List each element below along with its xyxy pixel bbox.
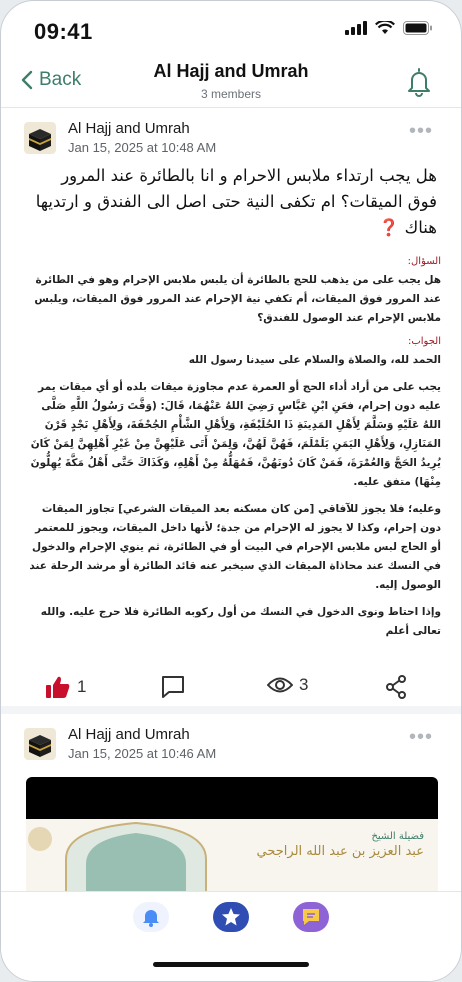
status-time: 09:41	[34, 19, 93, 44]
more-options-icon[interactable]: •••	[409, 120, 433, 143]
answer-intro: الحمد لله، والصلاة والسلام على سيدنا رسو…	[188, 354, 441, 366]
star-icon	[222, 908, 240, 926]
member-count: 3 members	[200, 87, 262, 101]
post-author: Al Hajj and Umrah	[68, 726, 190, 743]
post-author: Al Hajj and Umrah	[68, 120, 190, 137]
group-title: Al Hajj and Umrah	[153, 61, 309, 81]
more-options-icon[interactable]: •••	[409, 726, 433, 749]
kaaba-avatar-icon	[24, 122, 56, 154]
chat-bubble-icon	[303, 909, 319, 925]
share-icon	[386, 675, 406, 699]
view-count: 3	[299, 675, 309, 694]
fatwa-image[interactable]: السؤال: هل يجب على من يذهب للحج بالطائرة…	[23, 256, 441, 649]
post-date: Jan 15, 2025 at 10:48 AM	[68, 140, 217, 155]
like-button[interactable]: 1	[45, 675, 86, 699]
thumbs-up-icon	[46, 676, 70, 698]
like-count: 1	[77, 677, 87, 696]
message-feed[interactable]: Al Hajj and Umrah Jan 15, 2025 at 10:48 …	[1, 108, 461, 891]
answer-heading: الجواب:	[407, 336, 441, 347]
answer-paragraph-3: وإذا احتاط ونوى الدخول في النسك من أول ر…	[40, 606, 441, 637]
question-heading: السؤال:	[407, 256, 441, 267]
comment-icon	[162, 676, 184, 698]
share-button[interactable]	[385, 675, 407, 699]
question-body: هل يجب على من يذهب للحج بالطائرة أن يلبس…	[34, 274, 441, 324]
phone-screen: 09:41 Back Al Hajj and Umrah 3 members A…	[0, 0, 462, 982]
video-caption-name: عبد العزيز بن عبد الله الراجحي	[256, 844, 424, 859]
bell-icon	[143, 910, 159, 927]
bell-icon	[408, 68, 430, 97]
video-caption: فضيلة الشيخ عبد العزيز بن عبد الله الراج…	[257, 831, 424, 859]
video-caption-title: فضيلة الشيخ	[371, 831, 424, 842]
status-icons	[345, 21, 433, 35]
bottom-tab-bar	[1, 891, 461, 981]
tab-chat[interactable]	[293, 902, 329, 932]
notifications-button[interactable]	[407, 67, 431, 102]
video-thumbnail[interactable]: فضيلة الشيخ عبد العزيز بن عبد الله الراج…	[26, 819, 438, 899]
status-bar: 09:41	[1, 1, 461, 57]
kaaba-avatar-icon	[24, 728, 56, 760]
answer-paragraph-1: يجب على من أراد أداء الحج أو العمرة عدم …	[30, 381, 441, 488]
post-date: Jan 15, 2025 at 10:46 AM	[68, 746, 217, 761]
top-nav-bar: Back Al Hajj and Umrah 3 members	[1, 57, 461, 108]
home-indicator	[153, 962, 309, 967]
comment-button[interactable]	[161, 675, 185, 699]
wifi-icon	[375, 21, 395, 34]
eye-icon	[267, 677, 293, 693]
post-actions: 1 3	[1, 673, 461, 705]
post-card: Al Hajj and Umrah Jan 15, 2025 at 10:48 …	[1, 108, 461, 706]
signal-icon	[345, 21, 367, 35]
battery-icon	[403, 21, 432, 35]
views-indicator: 3	[267, 675, 308, 695]
video-thumbnail-header[interactable]	[26, 777, 438, 819]
tab-favorites[interactable]	[213, 902, 249, 932]
post-question-text: هل يجب ارتداء ملابس الاحرام و انا بالطائ…	[35, 166, 437, 237]
answer-paragraph-2: وعليه؛ فلا يجوز للآفاقي [من كان مسكنه بع…	[29, 503, 441, 591]
ornament-arch-icon	[28, 821, 207, 899]
tab-notifications[interactable]	[133, 902, 169, 932]
